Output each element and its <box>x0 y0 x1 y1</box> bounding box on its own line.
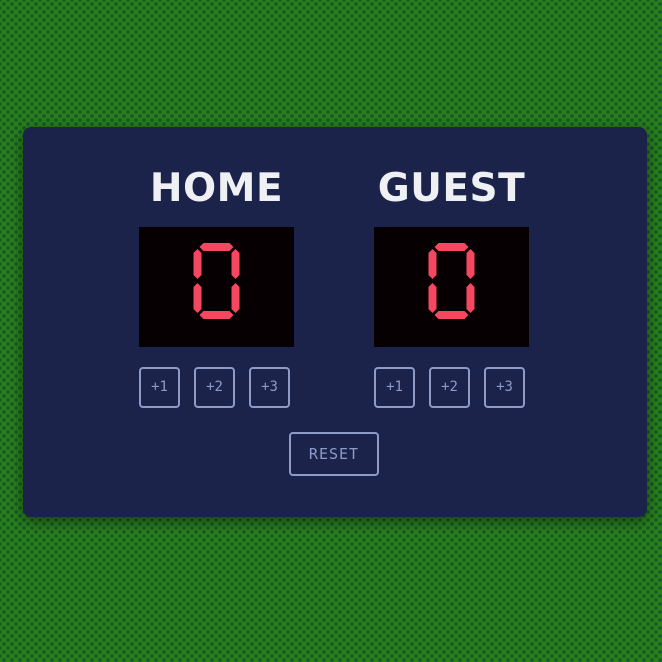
guest-add-1-button[interactable]: +1 <box>374 367 415 408</box>
digit-segment-f <box>428 249 437 279</box>
guest-add-2-button[interactable]: +2 <box>429 367 470 408</box>
guest-add-3-button[interactable]: +3 <box>484 367 525 408</box>
digit-segment-e <box>193 283 202 313</box>
digit-segment-b <box>231 249 240 279</box>
digit-segment-a <box>199 243 234 251</box>
digit-segment-d <box>199 311 234 319</box>
home-title: HOME <box>149 166 284 211</box>
guest-score-buttons: +1 +2 +3 <box>374 367 529 411</box>
home-score-buttons: +1 +2 +3 <box>139 367 294 411</box>
home-add-1-button[interactable]: +1 <box>139 367 180 408</box>
digit-segment-c <box>231 283 240 313</box>
digit-segment-c <box>466 283 475 313</box>
home-add-3-button[interactable]: +3 <box>249 367 290 408</box>
digit-segment-d <box>434 311 469 319</box>
home-score-digit <box>193 243 240 319</box>
guest-title: GUEST <box>377 166 526 211</box>
digit-segment-b <box>466 249 475 279</box>
reset-button[interactable]: RESET <box>289 432 379 476</box>
guest-score-digit <box>428 243 475 319</box>
home-score-display <box>139 227 294 347</box>
home-add-2-button[interactable]: +2 <box>194 367 235 408</box>
digit-segment-a <box>434 243 469 251</box>
digit-segment-e <box>428 283 437 313</box>
guest-score-display <box>374 227 529 347</box>
scoreboard: HOME +1 +2 +3 GUEST +1 +2 +3 RESET <box>23 127 647 517</box>
digit-segment-f <box>193 249 202 279</box>
